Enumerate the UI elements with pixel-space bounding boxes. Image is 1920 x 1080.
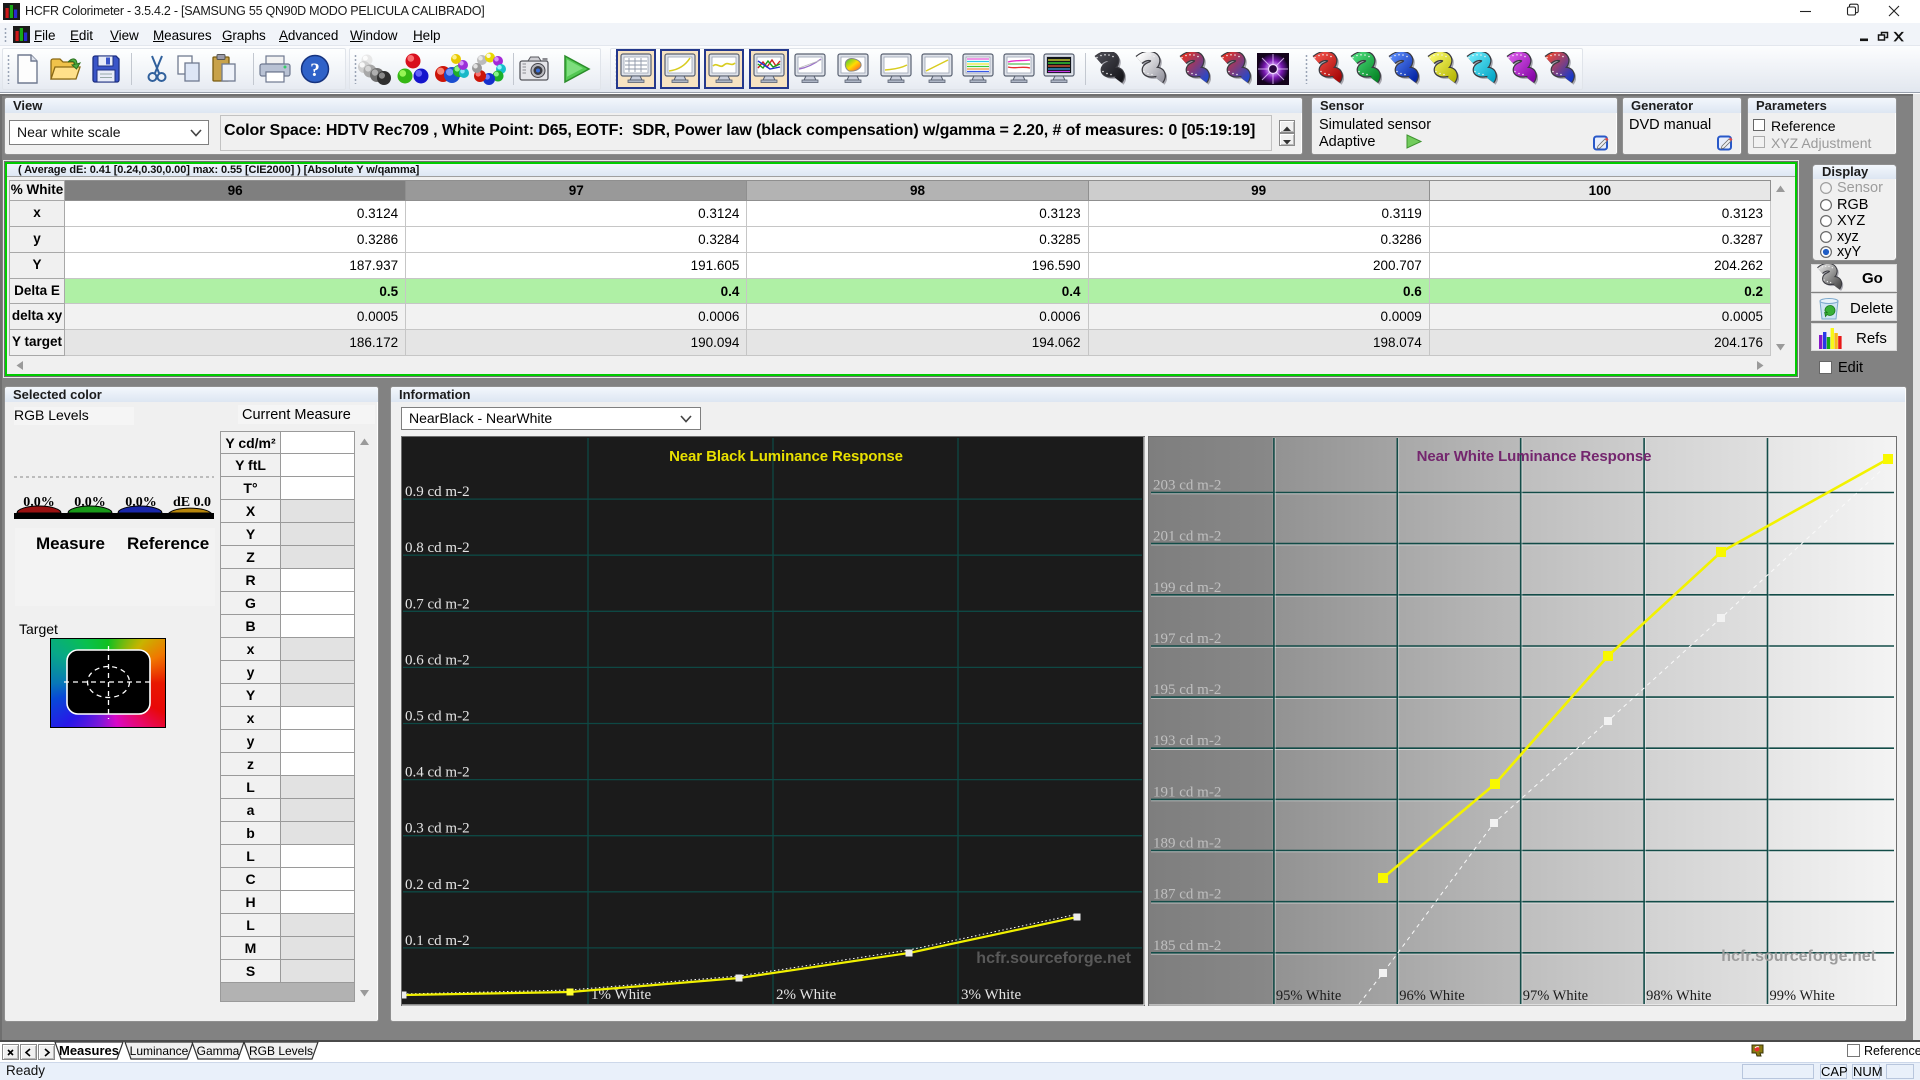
svg-text:Measures: Measures xyxy=(59,1043,119,1058)
svg-text:201 cd m-2: 201 cd m-2 xyxy=(1153,529,1221,545)
svg-text:Gamma: Gamma xyxy=(197,1044,240,1058)
svg-text:191 cd m-2: 191 cd m-2 xyxy=(1153,784,1221,800)
svg-text:Near Black Luminance Response: Near Black Luminance Response xyxy=(669,448,903,465)
svg-text:?: ? xyxy=(310,60,320,81)
svg-text:0.6 cd m-2: 0.6 cd m-2 xyxy=(405,652,470,668)
svg-text:95% White: 95% White xyxy=(1276,988,1341,1004)
svg-text:0.8 cd m-2: 0.8 cd m-2 xyxy=(405,540,470,556)
svg-text:0.5 cd m-2: 0.5 cd m-2 xyxy=(405,709,470,725)
svg-text:hcfr.sourceforge.net: hcfr.sourceforge.net xyxy=(1721,948,1876,965)
svg-text:Luminance: Luminance xyxy=(130,1044,189,1058)
svg-text:189 cd m-2: 189 cd m-2 xyxy=(1153,836,1221,852)
svg-text:99% White: 99% White xyxy=(1770,988,1835,1004)
svg-text:96% White: 96% White xyxy=(1399,988,1464,1004)
svg-text:203 cd m-2: 203 cd m-2 xyxy=(1153,478,1221,494)
svg-text:Near White Luminance Response: Near White Luminance Response xyxy=(1417,448,1652,465)
svg-text:199 cd m-2: 199 cd m-2 xyxy=(1153,580,1221,596)
svg-text:0.7 cd m-2: 0.7 cd m-2 xyxy=(405,596,470,612)
svg-text:185 cd m-2: 185 cd m-2 xyxy=(1153,938,1221,954)
svg-text:0.3 cd m-2: 0.3 cd m-2 xyxy=(405,821,470,837)
svg-text:0.4 cd m-2: 0.4 cd m-2 xyxy=(405,765,470,781)
svg-text:195 cd m-2: 195 cd m-2 xyxy=(1153,682,1221,698)
svg-text:RGB Levels: RGB Levels xyxy=(249,1044,313,1058)
svg-text:193 cd m-2: 193 cd m-2 xyxy=(1153,733,1221,749)
svg-text:187 cd m-2: 187 cd m-2 xyxy=(1153,887,1221,903)
svg-text:0.9 cd m-2: 0.9 cd m-2 xyxy=(405,484,470,500)
svg-text:2% White: 2% White xyxy=(776,987,836,1003)
svg-text:0.1 cd m-2: 0.1 cd m-2 xyxy=(405,933,470,949)
svg-text:197 cd m-2: 197 cd m-2 xyxy=(1153,631,1221,647)
svg-text:hcfr.sourceforge.net: hcfr.sourceforge.net xyxy=(976,950,1131,967)
svg-text:98% White: 98% White xyxy=(1646,988,1711,1004)
svg-text:0.2 cd m-2: 0.2 cd m-2 xyxy=(405,877,470,893)
svg-text:3% White: 3% White xyxy=(961,987,1021,1003)
svg-text:97% White: 97% White xyxy=(1523,988,1588,1004)
